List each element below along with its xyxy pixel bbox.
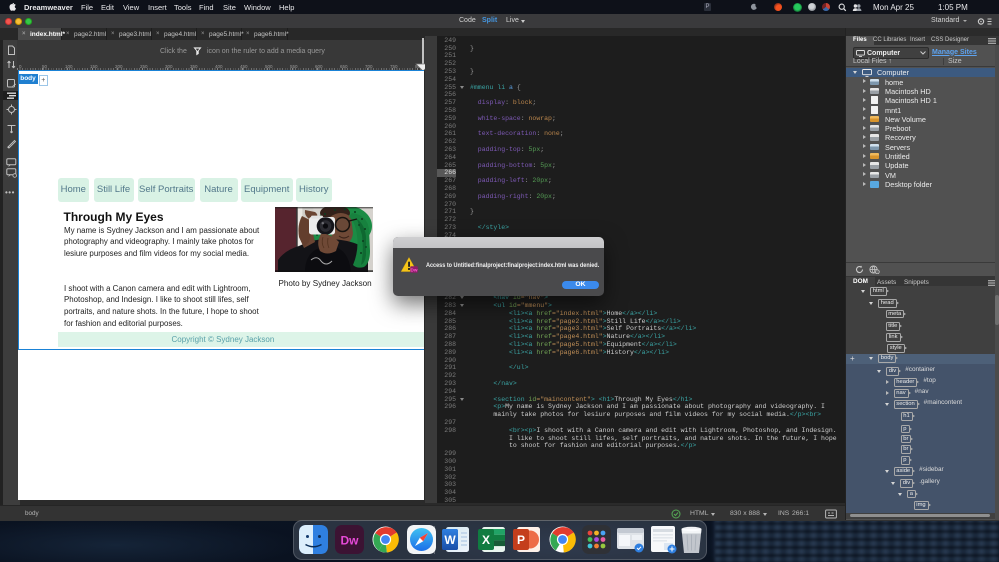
svg-text:Dw: Dw [410,267,417,272]
svg-text:X: X [482,533,490,547]
svg-text:Dw: Dw [341,533,360,547]
svg-text:P: P [517,533,525,547]
svg-text:W: W [444,533,456,547]
